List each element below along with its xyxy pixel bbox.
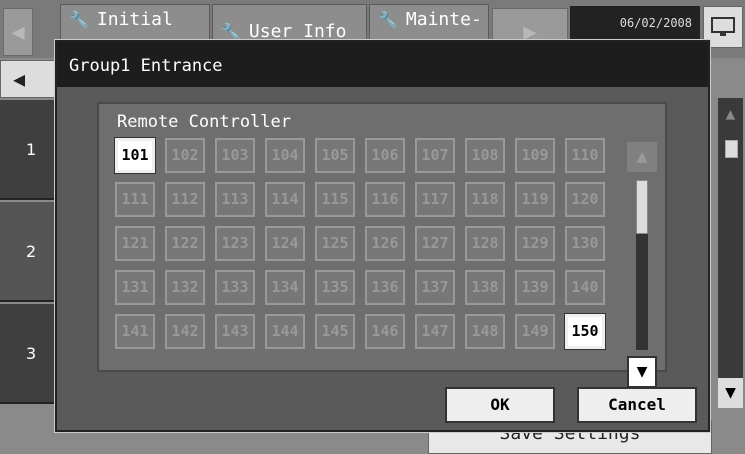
controller-cell-141[interactable]: 141 [115,314,155,349]
wrench-icon: 🔧 [221,22,241,41]
controller-cell-131[interactable]: 131 [115,270,155,305]
controller-cell-119[interactable]: 119 [515,182,555,217]
back-arrow-button[interactable]: ◀ [0,60,58,98]
controller-cell-117[interactable]: 117 [415,182,455,217]
controller-cell-101[interactable]: 101 [115,138,155,173]
controller-cell-124[interactable]: 124 [265,226,305,261]
controller-cell-136[interactable]: 136 [365,270,405,305]
ok-button[interactable]: OK [445,387,555,423]
scroll-thumb[interactable] [725,140,738,158]
controller-cell-139[interactable]: 139 [515,270,555,305]
controller-cell-140[interactable]: 140 [565,270,605,305]
remote-controller-panel: Remote Controller 101 102 103 104 105 106 107 1… [97,102,667,388]
controller-cell-144[interactable]: 144 [265,314,305,349]
scroll-up-icon[interactable]: ▲ [720,104,741,132]
controller-cell-125[interactable]: 125 [315,226,355,261]
grid-scroll-down-icon[interactable]: ▼ [627,356,657,388]
scroll-down-icon[interactable]: ▼ [718,378,743,408]
controller-cell-112[interactable]: 112 [165,182,205,217]
controller-cell-133[interactable]: 133 [215,270,255,305]
controller-cell-111[interactable]: 111 [115,182,155,217]
controller-cell-149[interactable]: 149 [515,314,555,349]
controller-cell-106[interactable]: 106 [365,138,405,173]
back-arrow-icon: ◀ [13,67,26,91]
controller-cell-132[interactable]: 132 [165,270,205,305]
controller-cell-107[interactable]: 107 [415,138,455,173]
controller-cell-143[interactable]: 143 [215,314,255,349]
controller-cell-104[interactable]: 104 [265,138,305,173]
controller-cell-135[interactable]: 135 [315,270,355,305]
panel-label: Remote Controller [117,112,291,132]
controller-cell-138[interactable]: 138 [465,270,505,305]
controller-cell-108[interactable]: 108 [465,138,505,173]
nav-left-arrow-icon[interactable]: ◀ [3,8,33,56]
controller-cell-116[interactable]: 116 [365,182,405,217]
controller-cell-128[interactable]: 128 [465,226,505,261]
controller-cell-150[interactable]: 150 [565,314,605,349]
controller-cell-110[interactable]: 110 [565,138,605,173]
controller-cell-118[interactable]: 118 [465,182,505,217]
controller-cell-148[interactable]: 148 [465,314,505,349]
controller-cell-122[interactable]: 122 [165,226,205,261]
controller-cell-126[interactable]: 126 [365,226,405,261]
controller-cell-109[interactable]: 109 [515,138,555,173]
grid-scroll-thumb[interactable] [636,180,648,234]
controller-cell-105[interactable]: 105 [315,138,355,173]
side-item-1[interactable]: 1 [0,100,58,200]
group-entrance-dialog: Group1 Entrance Remote Controller 101 102… [55,40,710,432]
controller-cell-120[interactable]: 120 [565,182,605,217]
controller-cell-113[interactable]: 113 [215,182,255,217]
side-item-3[interactable]: 3 [0,304,58,404]
wrench-icon: 🔧 [69,10,89,29]
dialog-title: Group1 Entrance [57,42,708,87]
controller-cell-146[interactable]: 146 [365,314,405,349]
controller-cell-127[interactable]: 127 [415,226,455,261]
controller-cell-137[interactable]: 137 [415,270,455,305]
controller-cell-115[interactable]: 115 [315,182,355,217]
controller-cell-102[interactable]: 102 [165,138,205,173]
side-item-2[interactable]: 2 [0,202,58,302]
controller-cell-103[interactable]: 103 [215,138,255,173]
grid-scroll-up-icon[interactable]: ▲ [627,142,657,172]
controller-cell-147[interactable]: 147 [415,314,455,349]
controller-cell-114[interactable]: 114 [265,182,305,217]
controller-cell-142[interactable]: 142 [165,314,205,349]
cancel-button[interactable]: Cancel [577,387,697,423]
controller-cell-130[interactable]: 130 [565,226,605,261]
controller-cell-145[interactable]: 145 [315,314,355,349]
controller-cell-134[interactable]: 134 [265,270,305,305]
controller-cell-121[interactable]: 121 [115,226,155,261]
background-scrollbar[interactable]: ▲ ▼ [718,98,743,408]
controller-cell-123[interactable]: 123 [215,226,255,261]
wrench-icon: 🔧 [378,10,398,29]
controller-cell-129[interactable]: 129 [515,226,555,261]
